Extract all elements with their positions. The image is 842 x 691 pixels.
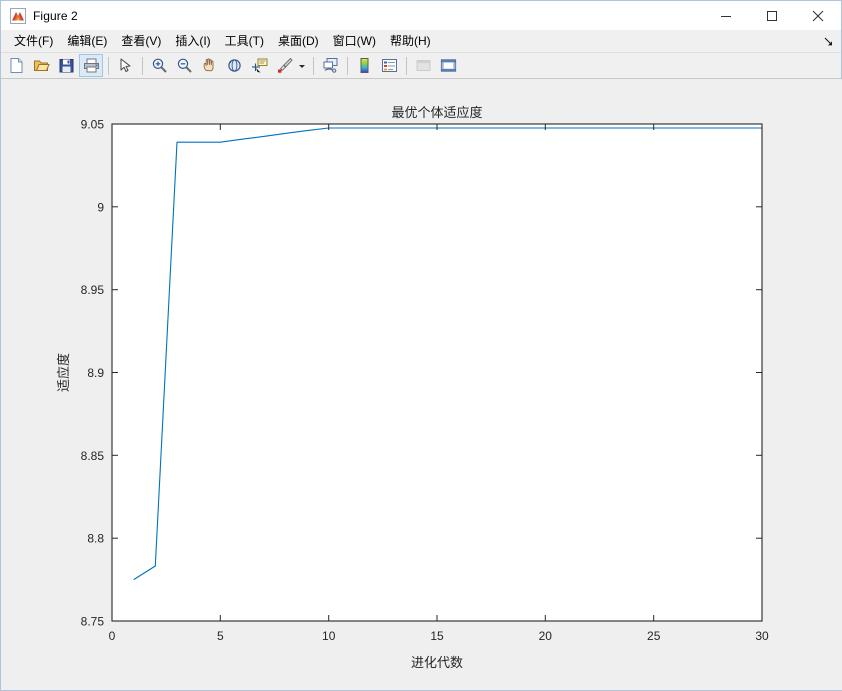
y-tick-label: 8.75 <box>81 615 105 629</box>
new-figure-icon[interactable] <box>4 54 28 77</box>
brush-data-icon[interactable] <box>272 54 296 77</box>
plot-title: 最优个体适应度 <box>391 105 482 120</box>
minimize-icon[interactable] <box>703 1 749 30</box>
y-tick-label: 8.85 <box>81 449 105 463</box>
figure-toolbar <box>1 52 841 79</box>
x-tick-label: 0 <box>109 629 116 643</box>
y-axis-label: 适应度 <box>56 353 71 392</box>
menu-edit[interactable]: 编辑(E) <box>60 30 114 52</box>
insert-legend-icon[interactable] <box>377 54 401 77</box>
y-tick-label: 9 <box>97 200 104 214</box>
matlab-membrane-icon <box>10 7 26 24</box>
menu-insert[interactable]: 插入(I) <box>168 30 217 52</box>
figure-canvas: 最优个体适应度 0 5 10 15 20 25 30 8.75 8.8 8.85… <box>1 79 842 690</box>
menu-desktop[interactable]: 桌面(D) <box>271 30 326 52</box>
figure-window: Figure 2 文件(F) 编辑(E) 查看(V) 插入(I) 工具(T) 桌… <box>0 0 842 691</box>
menu-bar: 文件(F) 编辑(E) 查看(V) 插入(I) 工具(T) 桌面(D) 窗口(W… <box>1 30 841 52</box>
toolbar-separator <box>108 56 109 75</box>
menu-help[interactable]: 帮助(H) <box>383 30 438 52</box>
menu-file[interactable]: 文件(F) <box>7 30 60 52</box>
y-tick-label: 8.8 <box>87 532 104 546</box>
x-tick-label: 10 <box>322 629 336 643</box>
show-plot-tools-icon[interactable] <box>436 54 460 77</box>
save-figure-icon[interactable] <box>54 54 78 77</box>
menu-view[interactable]: 查看(V) <box>114 30 168 52</box>
y-tick-label: 8.95 <box>81 283 105 297</box>
x-tick-label: 25 <box>647 629 661 643</box>
x-tick-label: 30 <box>755 629 769 643</box>
x-tick-label: 5 <box>217 629 224 643</box>
open-file-icon[interactable] <box>29 54 53 77</box>
pan-hand-icon[interactable] <box>197 54 221 77</box>
rotate-3d-icon[interactable] <box>222 54 246 77</box>
menu-overflow-arrow-icon[interactable] <box>821 34 835 48</box>
hide-plot-tools-icon[interactable] <box>411 54 435 77</box>
y-tick-label: 9.05 <box>81 118 105 132</box>
toolbar-separator <box>142 56 143 75</box>
toolbar-separator <box>313 56 314 75</box>
close-icon[interactable] <box>795 1 841 30</box>
y-tick-label: 8.9 <box>87 366 104 380</box>
zoom-out-icon[interactable] <box>172 54 196 77</box>
window-controls <box>703 1 841 30</box>
x-tick-label: 15 <box>430 629 444 643</box>
plot-svg: 最优个体适应度 0 5 10 15 20 25 30 8.75 8.8 8.85… <box>1 79 842 690</box>
print-figure-icon[interactable] <box>79 54 103 77</box>
axes-background <box>112 124 762 621</box>
x-axis-label: 进化代数 <box>411 655 463 670</box>
zoom-in-icon[interactable] <box>147 54 171 77</box>
toolbar-separator <box>347 56 348 75</box>
edit-plot-pointer-icon[interactable] <box>113 54 137 77</box>
brush-dropdown-caret-icon[interactable] <box>297 54 307 77</box>
x-tick-label: 20 <box>539 629 553 643</box>
toolbar-separator <box>406 56 407 75</box>
insert-colorbar-icon[interactable] <box>352 54 376 77</box>
menu-tools[interactable]: 工具(T) <box>218 30 271 52</box>
link-plot-icon[interactable] <box>318 54 342 77</box>
maximize-icon[interactable] <box>749 1 795 30</box>
title-bar: Figure 2 <box>1 1 841 30</box>
data-cursor-icon[interactable] <box>247 54 271 77</box>
window-title: Figure 2 <box>33 8 78 23</box>
menu-window[interactable]: 窗口(W) <box>326 30 383 52</box>
